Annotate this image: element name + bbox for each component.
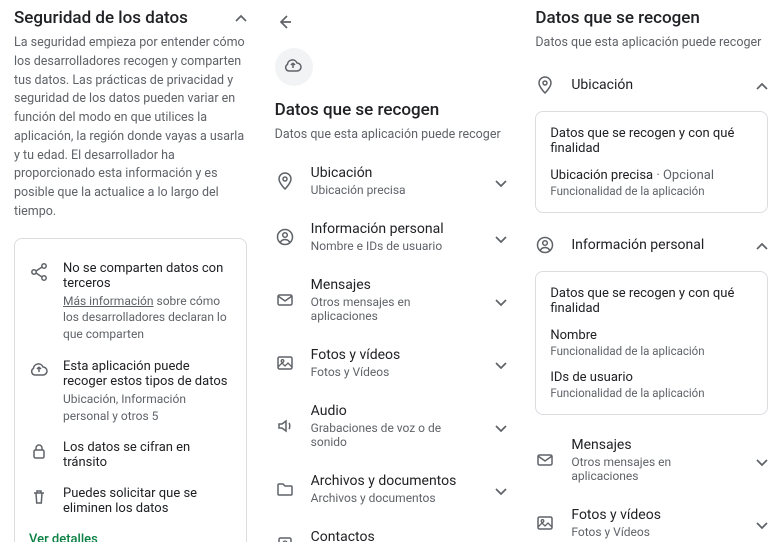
collected-detail-title: Datos que se recogen bbox=[535, 8, 768, 28]
person-icon bbox=[535, 235, 555, 255]
data-safety-heading[interactable]: Seguridad de los datos bbox=[14, 8, 247, 28]
chevron-up-icon bbox=[752, 237, 768, 253]
contacts-icon bbox=[275, 535, 295, 542]
card-row-encrypt: Los datos se cifran en tránsito bbox=[29, 432, 232, 478]
card-row-collect: Esta aplicación puede recoger estos tipo… bbox=[29, 351, 232, 433]
noshare-more-link[interactable]: Más información bbox=[63, 294, 154, 308]
back-button[interactable] bbox=[275, 8, 508, 42]
chevron-up-icon bbox=[231, 9, 247, 27]
data-safety-intro: La seguridad empieza por entender cómo l… bbox=[14, 34, 247, 222]
category-photo[interactable]: Fotos y vídeosFotos y Vídeos bbox=[275, 335, 508, 391]
folder-icon bbox=[275, 479, 295, 499]
collected-subtitle: Datos que esta aplicación puede recoger bbox=[275, 126, 508, 145]
category-messages[interactable]: Mensajes Otros mensajes en aplicaciones bbox=[535, 425, 768, 495]
category-personal-info[interactable]: Información personal bbox=[535, 223, 768, 267]
collect-text: Esta aplicación puede recoger estos tipo… bbox=[63, 359, 232, 389]
lock-icon bbox=[29, 440, 49, 470]
chevron-down-icon bbox=[491, 292, 507, 308]
category-person[interactable]: Información personalNombre e IDs de usua… bbox=[275, 209, 508, 265]
chevron-down-icon bbox=[752, 515, 768, 531]
category-contacts[interactable]: ContactosContactos bbox=[275, 517, 508, 542]
photo-icon bbox=[275, 353, 295, 373]
collected-detail-subtitle: Datos que esta aplicación puede recoger bbox=[535, 34, 768, 53]
share-icon bbox=[29, 261, 49, 343]
category-location[interactable]: Ubicación bbox=[535, 63, 768, 107]
data-safety-card: No se comparten datos con terceros Más i… bbox=[14, 238, 247, 542]
category-photos-videos[interactable]: Fotos y vídeos Fotos y Vídeos bbox=[535, 495, 768, 542]
trash-icon bbox=[29, 486, 49, 516]
category-mail[interactable]: MensajesOtros mensajes en aplicaciones bbox=[275, 265, 508, 335]
category-audio[interactable]: AudioGrabaciones de voz o de sonido bbox=[275, 391, 508, 461]
chevron-down-icon bbox=[752, 452, 768, 468]
collected-list: UbicaciónUbicación precisaInformación pe… bbox=[275, 153, 508, 542]
mail-icon bbox=[535, 450, 555, 470]
collected-title: Datos que se recogen bbox=[275, 100, 508, 120]
mail-icon bbox=[275, 290, 295, 310]
card-row-delete: Puedes solicitar que se eliminen los dat… bbox=[29, 478, 232, 524]
category-folder[interactable]: Archivos y documentosArchivos y document… bbox=[275, 461, 508, 517]
chevron-down-icon bbox=[491, 355, 507, 371]
photo-icon bbox=[535, 513, 555, 533]
person-icon bbox=[275, 227, 295, 247]
panel-data-collected-detail: Datos que se recogen Datos que esta apli… bbox=[521, 0, 782, 542]
location-icon bbox=[275, 171, 295, 191]
data-safety-title: Seguridad de los datos bbox=[14, 8, 188, 28]
encrypt-text: Los datos se cifran en tránsito bbox=[63, 440, 232, 470]
cloud-up-icon bbox=[275, 48, 313, 86]
chevron-down-icon bbox=[491, 481, 507, 497]
personal-info-detail: Datos que se recogen y con qué finalidad… bbox=[535, 271, 768, 415]
chevron-down-icon bbox=[491, 229, 507, 245]
audio-icon bbox=[275, 416, 295, 436]
collect-sub: Ubicación, Información personal y otros … bbox=[63, 391, 232, 425]
category-location[interactable]: UbicaciónUbicación precisa bbox=[275, 153, 508, 209]
noshare-text: No se comparten datos con terceros bbox=[63, 261, 232, 291]
panel-data-collected: Datos que se recogen Datos que esta apli… bbox=[261, 0, 522, 542]
see-details-link[interactable]: Ver detalles bbox=[29, 524, 232, 542]
location-detail: Datos que se recogen y con qué finalidad… bbox=[535, 111, 768, 213]
chevron-down-icon bbox=[491, 418, 507, 434]
panel-data-safety: Seguridad de los datos La seguridad empi… bbox=[0, 0, 261, 542]
location-icon bbox=[535, 75, 555, 95]
noshare-sub: Más información sobre cómo los desarroll… bbox=[63, 293, 232, 343]
card-row-noshare: No se comparten datos con terceros Más i… bbox=[29, 253, 232, 351]
chevron-down-icon bbox=[491, 537, 507, 542]
chevron-down-icon bbox=[491, 173, 507, 189]
delete-text: Puedes solicitar que se eliminen los dat… bbox=[63, 486, 232, 516]
chevron-up-icon bbox=[752, 77, 768, 93]
cloud-up-icon bbox=[29, 359, 49, 425]
